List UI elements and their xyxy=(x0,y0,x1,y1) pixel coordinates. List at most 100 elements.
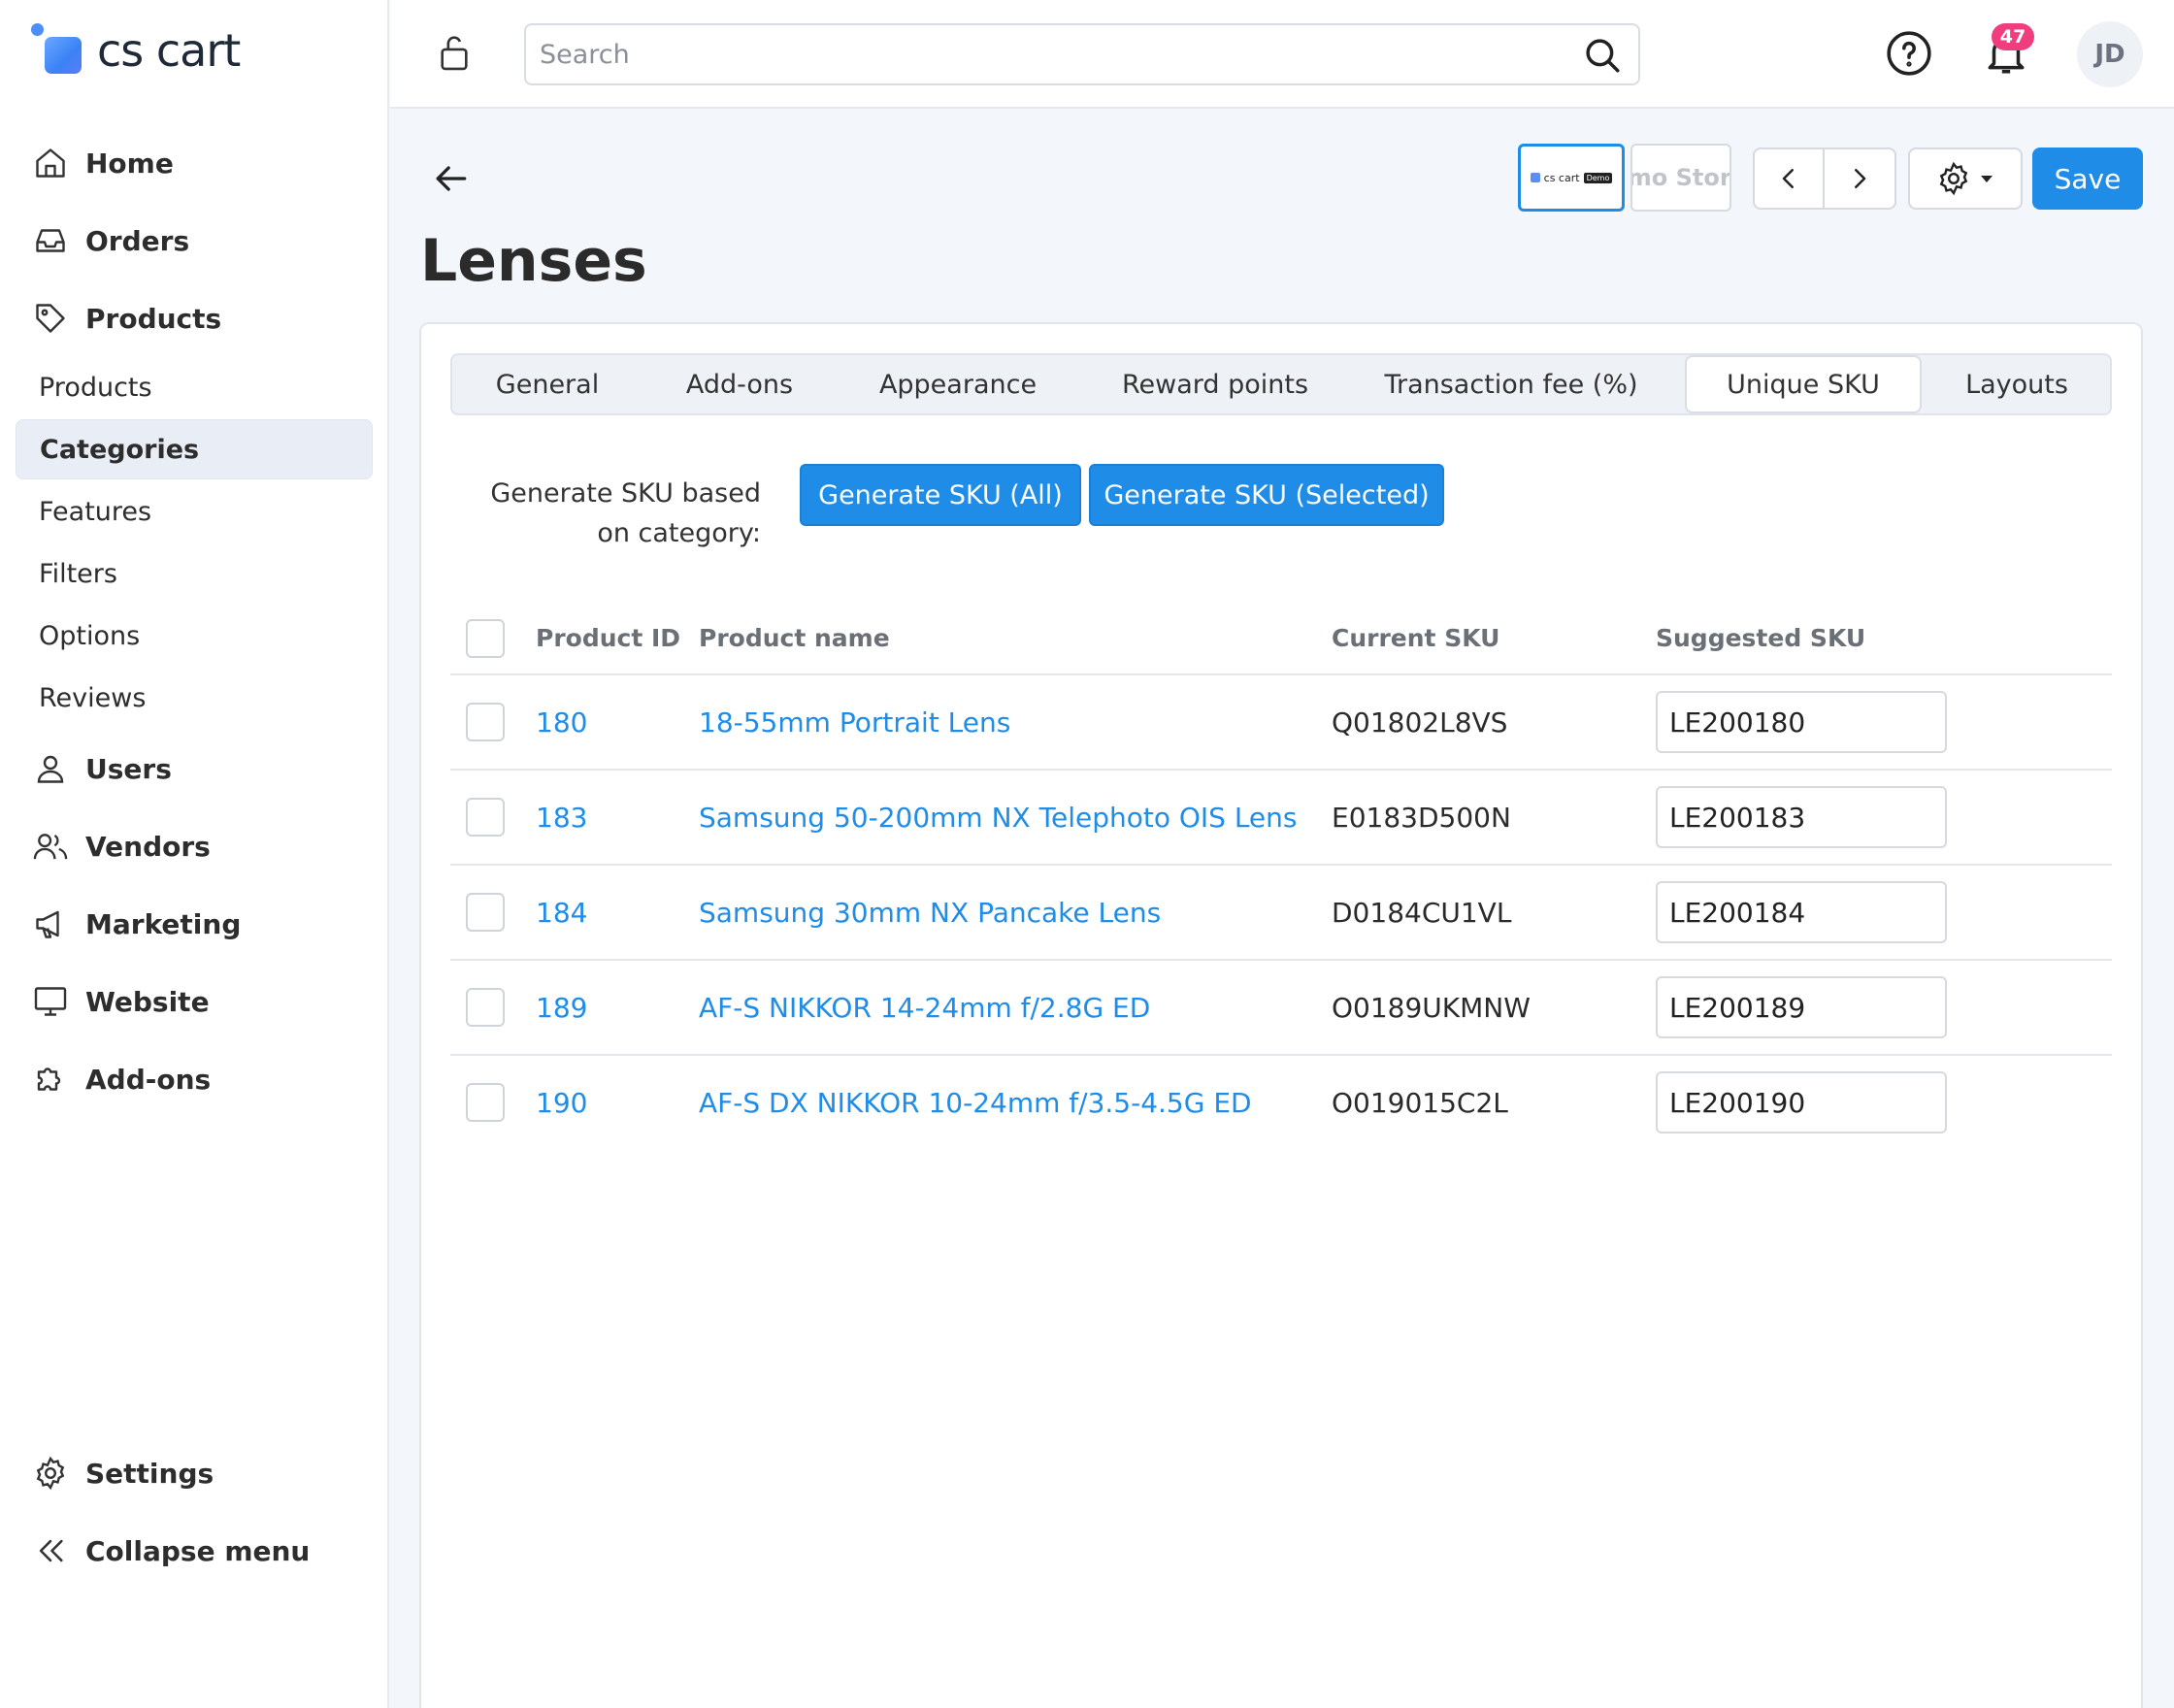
nav-label: Home xyxy=(85,147,174,180)
nav-item-addons[interactable]: Add-ons xyxy=(31,1052,211,1106)
nav-label: Add-ons xyxy=(85,1063,212,1096)
suggested-sku-input[interactable] xyxy=(1656,881,1947,943)
column-header-current-sku: Current SKU xyxy=(1332,623,1500,652)
nav-label: Collapse menu xyxy=(85,1534,311,1567)
product-name-link[interactable]: AF-S DX NIKKOR 10-24mm f/3.5-4.5G ED xyxy=(699,1056,1252,1149)
column-header-suggested-sku: Suggested SKU xyxy=(1656,623,1866,652)
nav-item-products[interactable]: Products xyxy=(31,291,221,345)
avatar[interactable]: JD xyxy=(2077,21,2143,87)
suggested-sku-input[interactable] xyxy=(1656,691,1947,753)
tab-general[interactable]: General xyxy=(452,355,642,413)
next-button[interactable] xyxy=(1825,149,1894,208)
current-sku: E0183D500N xyxy=(1332,801,1511,834)
nav-item-orders[interactable]: Orders xyxy=(31,214,189,268)
sidebar-sub-filters[interactable]: Filters xyxy=(16,543,373,604)
column-header-product-name: Product name xyxy=(699,623,890,652)
double-chevron-left-icon xyxy=(31,1531,70,1570)
store-selector-current[interactable]: cs cart Demo xyxy=(1518,144,1625,212)
help-icon[interactable] xyxy=(1885,29,1933,78)
suggested-sku-input[interactable] xyxy=(1656,1071,1947,1133)
tab-reward-points[interactable]: Reward points xyxy=(1079,355,1351,413)
nav-item-home[interactable]: Home xyxy=(31,136,174,190)
lock-icon[interactable] xyxy=(429,27,479,78)
product-id-link[interactable]: 184 xyxy=(536,866,587,959)
column-header-product-id: Product ID xyxy=(536,623,681,652)
previous-button[interactable] xyxy=(1755,149,1825,208)
tab-appearance[interactable]: Appearance xyxy=(837,355,1079,413)
tab-addons[interactable]: Add-ons xyxy=(642,355,837,413)
tab-unique-sku[interactable]: Unique SKU xyxy=(1685,355,1922,413)
current-sku: Q01802L8VS xyxy=(1332,706,1508,739)
nav-label: Users xyxy=(85,752,172,785)
page-title: Lenses xyxy=(420,227,647,295)
product-id-link[interactable]: 190 xyxy=(536,1056,587,1149)
collapse-menu-button[interactable]: Collapse menu xyxy=(31,1524,310,1578)
user-icon xyxy=(31,749,70,788)
table-header: Product ID Product name Current SKU Sugg… xyxy=(450,611,2112,675)
table-row: 190 AF-S DX NIKKOR 10-24mm f/3.5-4.5G ED… xyxy=(450,1056,2112,1151)
save-button[interactable]: Save xyxy=(2032,148,2143,210)
current-sku: O0189UKMNW xyxy=(1332,991,1531,1024)
row-checkbox[interactable] xyxy=(466,893,505,932)
tab-transaction-fee[interactable]: Transaction fee (%) xyxy=(1351,355,1671,413)
store-thumb-tag: Demo xyxy=(1583,172,1613,183)
nav-item-settings[interactable]: Settings xyxy=(31,1446,214,1500)
nav-label: Settings xyxy=(85,1457,214,1490)
product-id-link[interactable]: 183 xyxy=(536,771,587,864)
nav-item-vendors[interactable]: Vendors xyxy=(31,819,211,873)
suggested-sku-input[interactable] xyxy=(1656,786,1947,848)
sidebar-sub-reviews[interactable]: Reviews xyxy=(16,668,373,728)
logo[interactable]: cs cart xyxy=(31,21,241,80)
current-sku: D0184CU1VL xyxy=(1332,896,1512,929)
sidebar: cs cart Home Orders Products Products Ca… xyxy=(0,0,389,1708)
product-name-link[interactable]: AF-S NIKKOR 14-24mm f/2.8G ED xyxy=(699,961,1150,1054)
search-input[interactable] xyxy=(526,25,1555,83)
nav-label: Website xyxy=(85,985,210,1018)
row-checkbox[interactable] xyxy=(466,1083,505,1122)
search-icon[interactable] xyxy=(1582,35,1623,76)
table-row: 184 Samsung 30mm NX Pancake Lens D0184CU… xyxy=(450,866,2112,961)
home-icon xyxy=(31,144,70,182)
puzzle-icon xyxy=(31,1060,70,1099)
store-thumb-name: Demo Store xyxy=(1630,164,1731,191)
product-id-link[interactable]: 189 xyxy=(536,961,587,1054)
users-icon xyxy=(31,827,70,866)
tag-icon xyxy=(31,299,70,338)
store-selector-other[interactable]: Demo Store xyxy=(1630,144,1731,212)
logo-mark-icon xyxy=(31,23,85,78)
nav-label: Vendors xyxy=(85,830,211,863)
nav-label: Products xyxy=(85,302,222,335)
sidebar-sub-options[interactable]: Options xyxy=(16,606,373,666)
megaphone-icon xyxy=(31,904,70,943)
record-pager xyxy=(1753,148,1896,210)
row-checkbox[interactable] xyxy=(466,703,505,741)
nav-item-marketing[interactable]: Marketing xyxy=(31,897,241,951)
suggested-sku-input[interactable] xyxy=(1656,976,1947,1038)
table-row: 189 AF-S NIKKOR 14-24mm f/2.8G ED O0189U… xyxy=(450,961,2112,1056)
current-sku: O019015C2L xyxy=(1332,1086,1508,1119)
generate-sku-selected-button[interactable]: Generate SKU (Selected) xyxy=(1089,464,1444,526)
search-box xyxy=(524,23,1640,85)
nav-item-website[interactable]: Website xyxy=(31,974,210,1029)
gear-icon xyxy=(1939,161,1968,196)
product-id-link[interactable]: 180 xyxy=(536,675,587,769)
sidebar-sub-categories[interactable]: Categories xyxy=(16,419,373,479)
tab-layouts[interactable]: Layouts xyxy=(1922,355,2112,413)
table-row: 180 18-55mm Portrait Lens Q01802L8VS xyxy=(450,675,2112,771)
generate-sku-all-button[interactable]: Generate SKU (All) xyxy=(800,464,1081,526)
select-all-checkbox[interactable] xyxy=(466,619,505,658)
product-name-link[interactable]: Samsung 50-200mm NX Telephoto OIS Lens xyxy=(699,771,1298,864)
back-arrow-icon[interactable] xyxy=(429,157,472,200)
product-name-link[interactable]: 18-55mm Portrait Lens xyxy=(699,675,1010,769)
monitor-icon xyxy=(31,982,70,1021)
row-checkbox[interactable] xyxy=(466,988,505,1027)
sidebar-sub-products[interactable]: Products xyxy=(16,357,373,417)
inbox-icon xyxy=(31,221,70,260)
row-checkbox[interactable] xyxy=(466,798,505,837)
logo-mark-icon xyxy=(1530,173,1540,182)
product-name-link[interactable]: Samsung 30mm NX Pancake Lens xyxy=(699,866,1161,959)
nav-label: Marketing xyxy=(85,907,242,940)
nav-item-users[interactable]: Users xyxy=(31,741,172,796)
settings-dropdown-button[interactable] xyxy=(1908,148,2023,210)
sidebar-sub-features[interactable]: Features xyxy=(16,481,373,542)
